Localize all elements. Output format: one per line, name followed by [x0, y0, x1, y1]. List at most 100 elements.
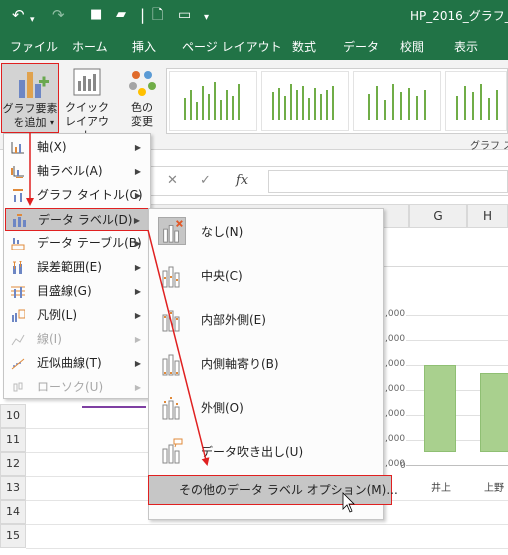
tab-file[interactable]: ファイル	[10, 38, 58, 55]
chart-style-thumbnail[interactable]	[261, 71, 349, 131]
tab-home[interactable]: ホーム	[72, 38, 108, 55]
data-table-icon	[11, 238, 25, 250]
menu-item-label: 近似曲線(T)	[37, 356, 102, 370]
y-tick-zero: 0	[400, 461, 406, 471]
submenu-item-inside-end[interactable]: 内部外側(E)	[149, 297, 383, 341]
row-header[interactable]: 10	[0, 404, 26, 428]
lines-icon	[11, 334, 25, 346]
chart-style-thumbnail[interactable]	[169, 71, 257, 131]
add-element-label-1: グラフ要素	[2, 102, 58, 115]
add-chart-element-button[interactable]: グラフ要素 を追加 ▾	[1, 63, 59, 133]
title-bar: ↶ ▾ ↷ ■ ▰ | 🗋 ▭ ▾ HP_2016_グラフ_デ	[0, 0, 508, 30]
submenu-item-label: 中央(C)	[201, 269, 243, 283]
y-tick-label: ,000	[385, 334, 406, 344]
chart-gridline	[406, 315, 508, 316]
row-header[interactable]: 12	[0, 452, 26, 476]
y-tick-label: ,000	[385, 434, 406, 444]
axes-icon	[11, 142, 24, 154]
submenu-arrow-icon: ▶	[134, 143, 141, 152]
row-header[interactable]: 14	[0, 500, 26, 524]
print-preview-icon[interactable]: ▭	[178, 5, 191, 25]
menu-item-error-bars[interactable]: 誤差範囲(E) ▶	[5, 256, 149, 279]
chart-style-thumbnail[interactable]	[353, 71, 441, 131]
chart-styles-gallery	[166, 68, 508, 134]
change-colors-label-2: 変更	[131, 115, 153, 128]
up-down-bars-icon	[13, 382, 23, 392]
redo-icon: ↷	[52, 6, 65, 24]
ribbon-tabs: ファイル ホーム 挿入 ページ レイアウト 数式 データ 校閲 表示	[0, 30, 508, 60]
submenu-arrow-icon: ▶	[134, 191, 141, 200]
separator-icon: |	[140, 6, 146, 24]
chart-bar[interactable]	[424, 365, 456, 452]
formula-bar: ✕ ✓ fx	[150, 166, 508, 196]
menu-item-lines: 線(I) ▶	[5, 328, 149, 351]
trendline-icon	[11, 358, 25, 370]
tab-view[interactable]: 表示	[454, 38, 478, 55]
menu-item-chart-title[interactable]: グラフ タイトル(C) ▶	[5, 184, 149, 207]
y-tick-label: ,000	[385, 359, 406, 369]
submenu-item-none[interactable]: なし(N)	[149, 209, 383, 253]
data-callout-icon	[162, 438, 183, 464]
menu-item-label: ローソク(U)	[37, 380, 104, 394]
undo-dropdown-icon[interactable]: ▾	[30, 10, 35, 30]
customize-qat-icon[interactable]: ▾	[204, 8, 209, 28]
enter-icon[interactable]: ✓	[200, 173, 211, 188]
menu-item-label: 軸(X)	[37, 140, 67, 154]
axis-titles-icon	[11, 166, 24, 178]
menu-item-label: 軸ラベル(A)	[37, 164, 103, 178]
submenu-item-label: なし(N)	[201, 225, 244, 239]
chart-styles-group-label: グラフ ス	[470, 141, 508, 152]
data-labels-icon	[13, 214, 26, 227]
submenu-item-inside-base[interactable]: 内側軸寄り(B)	[149, 341, 383, 385]
chart-axis	[406, 465, 508, 466]
menu-item-label: 凡例(L)	[37, 308, 78, 322]
row-header[interactable]: 15	[0, 524, 26, 548]
undo-icon[interactable]: ↶	[12, 5, 25, 25]
column-header-h[interactable]: H	[467, 204, 508, 228]
submenu-item-center[interactable]: 中央(C)	[149, 253, 383, 297]
submenu-arrow-icon: ▶	[133, 216, 140, 225]
tab-formulas[interactable]: 数式	[292, 38, 316, 55]
tab-data[interactable]: データ	[343, 38, 379, 55]
legend-icon	[12, 309, 25, 322]
insert-function-icon[interactable]: fx	[236, 173, 248, 188]
more-data-label-options-button[interactable]: その他のデータ ラベル オプション(M)...	[148, 475, 398, 505]
palette-icon	[129, 71, 156, 96]
change-colors-button[interactable]: 色の 変更	[118, 63, 166, 133]
y-tick-label: ,000	[385, 409, 406, 419]
window-title: HP_2016_グラフ_デ	[410, 9, 508, 23]
menu-item-data-table[interactable]: データ テーブル(B) ▶	[5, 232, 149, 255]
submenu-arrow-icon: ▶	[134, 359, 141, 368]
menu-item-trendline[interactable]: 近似曲線(T) ▶	[5, 352, 149, 375]
chart-style-thumbnail[interactable]	[445, 71, 507, 131]
formula-input[interactable]	[268, 170, 508, 193]
cancel-icon[interactable]: ✕	[167, 173, 178, 188]
x-category-label: 井上	[431, 483, 451, 494]
menu-item-label: 線(I)	[37, 332, 62, 346]
y-tick-label: ,000	[385, 384, 406, 394]
row-header[interactable]: 11	[0, 428, 26, 452]
menu-item-gridlines[interactable]: 目盛線(G) ▶	[5, 280, 149, 303]
menu-item-axes[interactable]: 軸(X) ▶	[5, 136, 149, 159]
menu-item-legend[interactable]: 凡例(L) ▶	[5, 304, 149, 327]
submenu-item-outside-end[interactable]: 外側(O)	[149, 385, 383, 429]
menu-item-data-labels[interactable]: データ ラベル(D) ▶	[5, 208, 149, 231]
menu-item-label: データ テーブル(B)	[37, 236, 142, 250]
submenu-item-data-callout[interactable]: データ吹き出し(U)	[149, 429, 383, 473]
tab-page-layout[interactable]: ページ レイアウト	[182, 38, 282, 55]
tab-insert[interactable]: 挿入	[132, 38, 156, 55]
chart-area[interactable]: ,000 ,000 ,000 ,000 ,000 ,000 ,000 0 井上 …	[383, 266, 508, 498]
menu-item-axis-titles[interactable]: 軸ラベル(A) ▶	[5, 160, 149, 183]
tab-review[interactable]: 校閲	[400, 38, 424, 55]
new-file-icon[interactable]: 🗋	[152, 5, 163, 25]
chart-bar[interactable]	[480, 373, 508, 452]
folder-icon[interactable]: ▰	[116, 5, 126, 25]
chart-gridline	[406, 340, 508, 341]
column-header-g[interactable]: G	[409, 204, 467, 228]
gridlines-icon	[11, 286, 25, 298]
row-header[interactable]: 13	[0, 476, 26, 500]
save-icon[interactable]: ■	[90, 5, 102, 25]
chart-series-line	[82, 406, 146, 408]
quick-layout-button[interactable]: クイック レイアウト	[60, 63, 114, 142]
submenu-arrow-icon: ▶	[134, 239, 141, 248]
